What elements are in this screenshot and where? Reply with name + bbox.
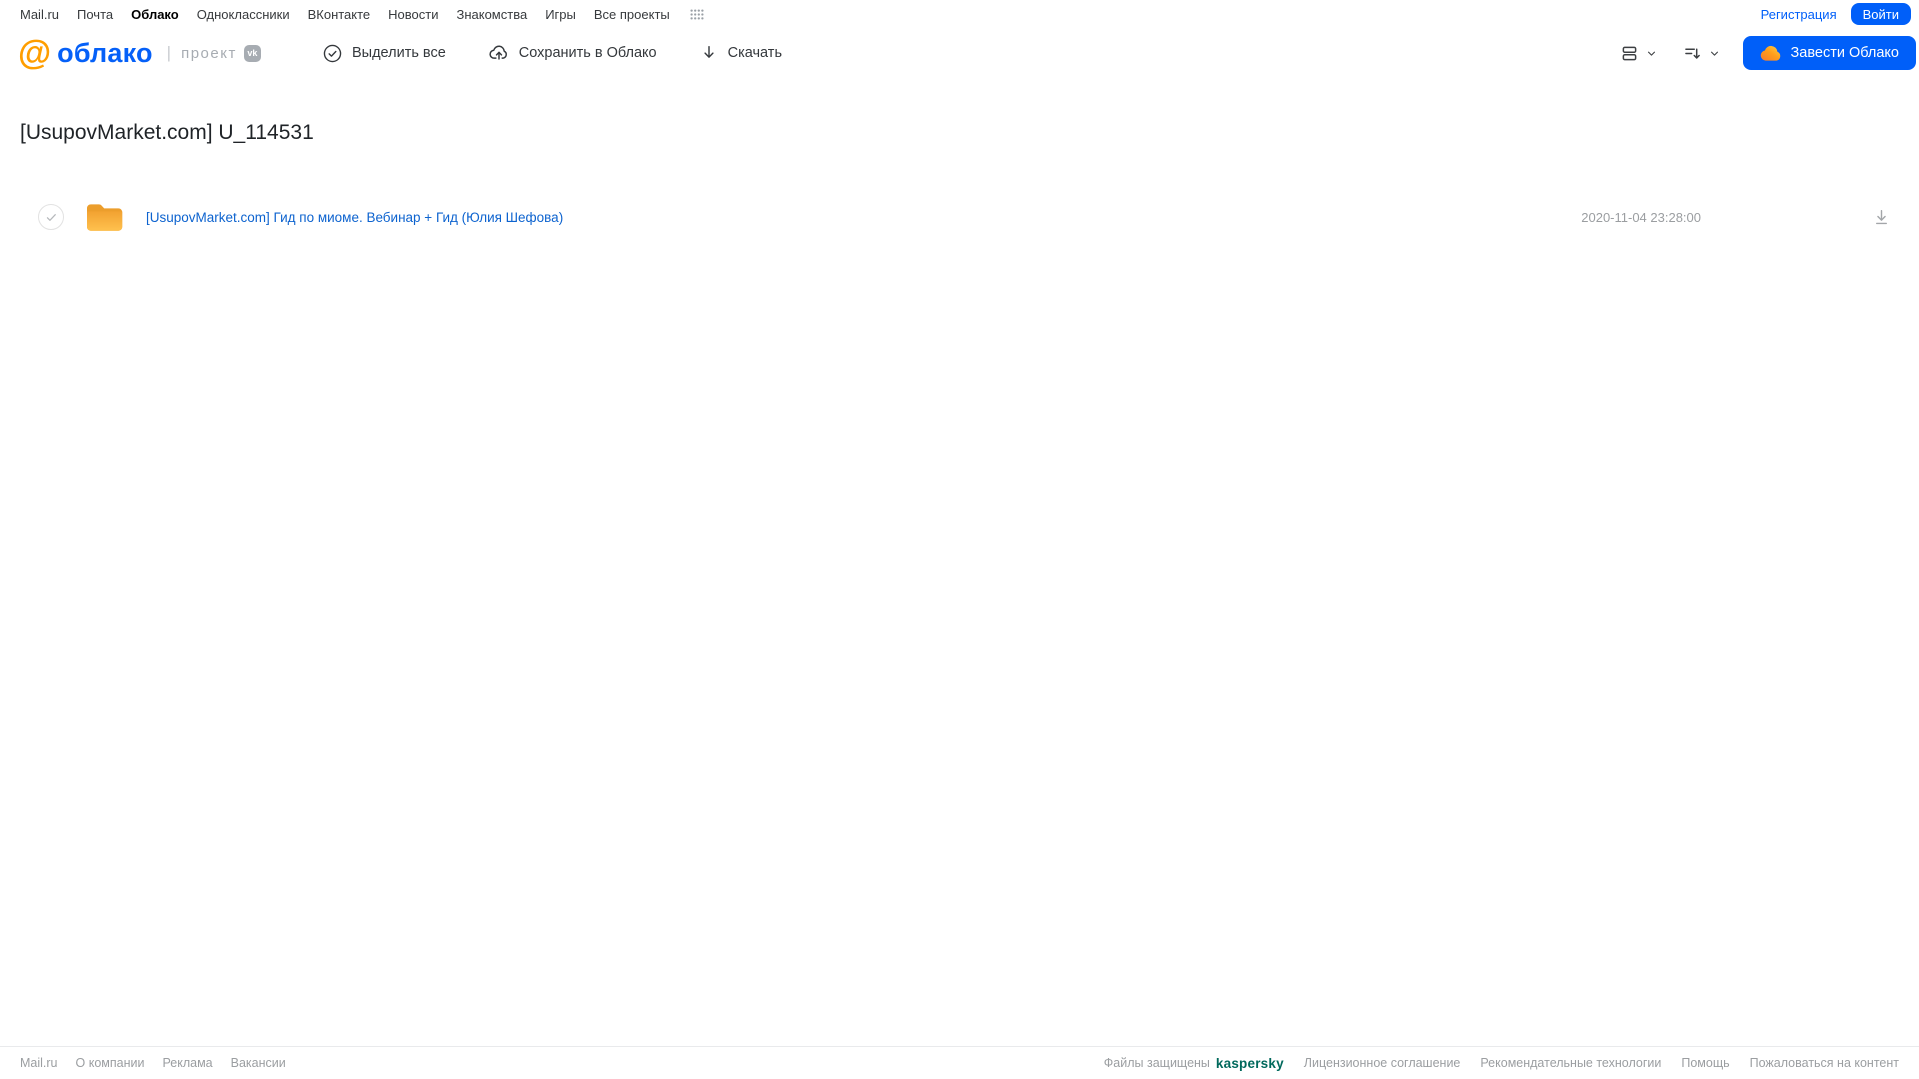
- project-label: проект: [181, 44, 237, 62]
- sort-icon: [1682, 43, 1703, 64]
- sort-dropdown[interactable]: [1682, 43, 1721, 64]
- portal-navbar: Mail.ru Почта Облако Одноклассники ВКонт…: [0, 0, 1919, 28]
- footer-link-recommendation-tech[interactable]: Рекомендательные технологии: [1480, 1056, 1661, 1070]
- portal-auth: Регистрация Войти: [1761, 3, 1911, 25]
- portal-link-novosti[interactable]: Новости: [388, 7, 438, 22]
- save-to-cloud-button[interactable]: Сохранить в Облако: [488, 42, 657, 64]
- files-protected-label: Файлы защищены: [1103, 1056, 1210, 1070]
- save-to-cloud-label: Сохранить в Облако: [518, 45, 657, 61]
- footer-link-ads[interactable]: Реклама: [162, 1056, 212, 1070]
- row-download-button[interactable]: [1872, 208, 1891, 227]
- cloud-logo[interactable]: @ облако | проект vk: [18, 34, 261, 72]
- footer-link-help[interactable]: Помощь: [1681, 1056, 1729, 1070]
- row-download-icon: [1872, 208, 1891, 227]
- portal-link-odnoklassniki[interactable]: Одноклассники: [197, 7, 290, 22]
- row-checkbox[interactable]: [38, 204, 64, 230]
- file-date: 2020-11-04 23:28:00: [1581, 209, 1701, 225]
- logo-divider: |: [166, 43, 172, 62]
- portal-link-vse-proekty[interactable]: Все проекты: [594, 7, 670, 22]
- download-label: Скачать: [727, 45, 782, 61]
- grid-dots-icon[interactable]: [690, 8, 704, 20]
- footer-link-company[interactable]: О компании: [76, 1056, 145, 1070]
- footer-left-links: Mail.ru О компании Реклама Вакансии: [20, 1056, 286, 1070]
- portal-link-znakomstva[interactable]: Знакомства: [456, 7, 527, 22]
- portal-link-pochta[interactable]: Почта: [77, 7, 113, 22]
- check-circle-icon: [322, 43, 343, 64]
- portal-links: Mail.ru Почта Облако Одноклассники ВКонт…: [20, 7, 704, 22]
- at-logo-icon: @: [18, 34, 52, 72]
- footer-link-mailru[interactable]: Mail.ru: [20, 1056, 58, 1070]
- page-title: [UsupovMarket.com] U_114531: [20, 121, 314, 144]
- login-button[interactable]: Войти: [1850, 3, 1911, 25]
- view-mode-dropdown[interactable]: [1619, 43, 1658, 64]
- portal-link-vkontakte[interactable]: ВКонтакте: [308, 7, 371, 22]
- cloud-icon: [1760, 45, 1782, 61]
- file-row[interactable]: [UsupovMarket.com] Гид по миоме. Вебинар…: [0, 194, 1919, 240]
- logo-wordmark: облако: [57, 37, 153, 68]
- view-toggle-icon: [1619, 43, 1640, 64]
- create-cloud-button[interactable]: Завести Облако: [1742, 36, 1916, 70]
- portal-link-mailru[interactable]: Mail.ru: [20, 7, 59, 22]
- folder-icon: [85, 202, 124, 233]
- portal-link-oblako[interactable]: Облако: [131, 7, 179, 22]
- chevron-down-icon: [1708, 47, 1721, 60]
- cloud-header: @ облако | проект vk Выделить все Сохран…: [0, 28, 1919, 78]
- cloud-upload-icon: [488, 42, 510, 64]
- chevron-down-icon: [1645, 47, 1658, 60]
- checkbox-icon: [44, 210, 59, 225]
- registration-link[interactable]: Регистрация: [1761, 7, 1837, 22]
- download-icon: [699, 43, 719, 63]
- select-all-label: Выделить все: [352, 45, 446, 61]
- vk-icon: vk: [243, 44, 261, 62]
- footer-right-links: Файлы защищены kaspersky Лицензионное со…: [1104, 1056, 1899, 1071]
- footer-link-report-content[interactable]: Пожаловаться на контент: [1750, 1056, 1899, 1070]
- footer-link-license[interactable]: Лицензионное соглашение: [1304, 1056, 1461, 1070]
- create-cloud-label: Завести Облако: [1790, 45, 1899, 61]
- file-toolbar: Выделить все Сохранить в Облако Скачать: [322, 28, 782, 78]
- footer-link-jobs[interactable]: Вакансии: [231, 1056, 286, 1070]
- header-right-controls: Завести Облако: [1619, 36, 1916, 70]
- portal-link-igry[interactable]: Игры: [545, 7, 576, 22]
- select-all-button[interactable]: Выделить все: [322, 43, 446, 64]
- kaspersky-logo[interactable]: kaspersky: [1216, 1056, 1284, 1071]
- file-name-link[interactable]: [UsupovMarket.com] Гид по миоме. Вебинар…: [146, 210, 563, 225]
- footer: Mail.ru О компании Реклама Вакансии Файл…: [0, 1046, 1919, 1079]
- download-button[interactable]: Скачать: [699, 43, 782, 63]
